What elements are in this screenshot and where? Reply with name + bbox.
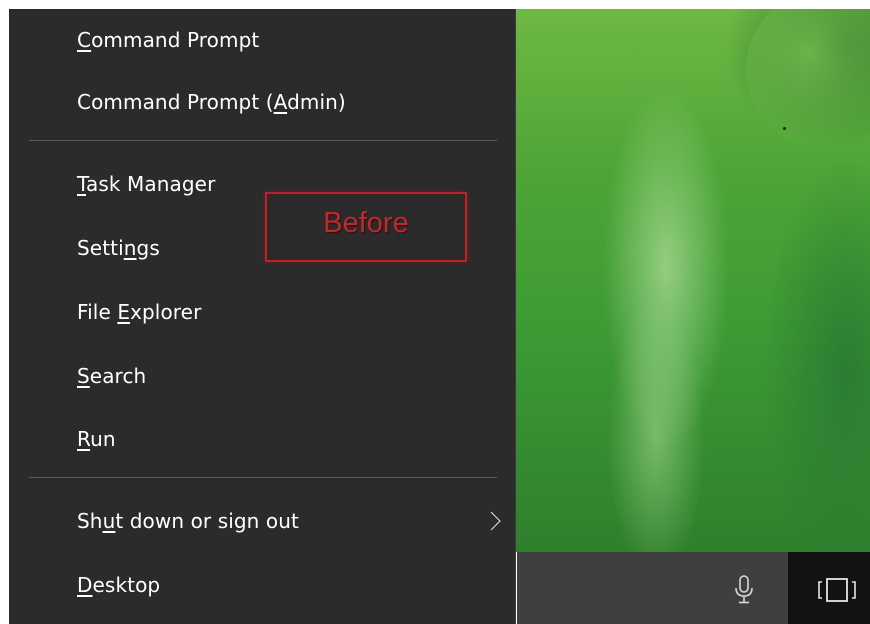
- task-view-icon[interactable]: [815, 576, 859, 604]
- menu-item-search[interactable]: Search: [9, 348, 516, 404]
- menu-item-label: Search: [77, 364, 147, 388]
- before-annotation-label: Before: [323, 206, 409, 239]
- menu-item-label: Shut down or sign out: [77, 509, 299, 533]
- menu-item-command-prompt-admin[interactable]: Command Prompt (Admin): [9, 74, 516, 130]
- menu-item-label: Command Prompt (Admin): [77, 90, 346, 114]
- menu-item-desktop[interactable]: Desktop: [9, 557, 516, 613]
- wallpaper-speck: [783, 127, 786, 130]
- menu-item-shut-down-or-sign-out[interactable]: Shut down or sign out: [9, 493, 516, 549]
- menu-item-run[interactable]: Run: [9, 411, 516, 467]
- menu-item-label: Settings: [77, 236, 160, 260]
- screen: Command Prompt Command Prompt (Admin) Ta…: [0, 0, 870, 624]
- wallpaper-leaf-highlight: [746, 9, 870, 149]
- menu-item-label: File Explorer: [77, 300, 202, 324]
- menu-item-label: Desktop: [77, 573, 161, 597]
- menu-item-label: Task Manager: [77, 172, 216, 196]
- menu-item-label: Run: [77, 427, 116, 451]
- menu-separator: [29, 140, 497, 141]
- before-annotation-box: Before: [265, 192, 467, 262]
- menu-item-command-prompt[interactable]: Command Prompt: [9, 12, 516, 68]
- microphone-icon[interactable]: [732, 574, 756, 606]
- desktop-wallpaper: [516, 9, 870, 552]
- chevron-right-icon: [482, 511, 501, 531]
- menu-item-label: Command Prompt: [77, 28, 260, 52]
- menu-separator: [29, 477, 497, 478]
- menu-item-file-explorer[interactable]: File Explorer: [9, 284, 516, 340]
- power-user-menu: Command Prompt Command Prompt (Admin) Ta…: [9, 9, 516, 624]
